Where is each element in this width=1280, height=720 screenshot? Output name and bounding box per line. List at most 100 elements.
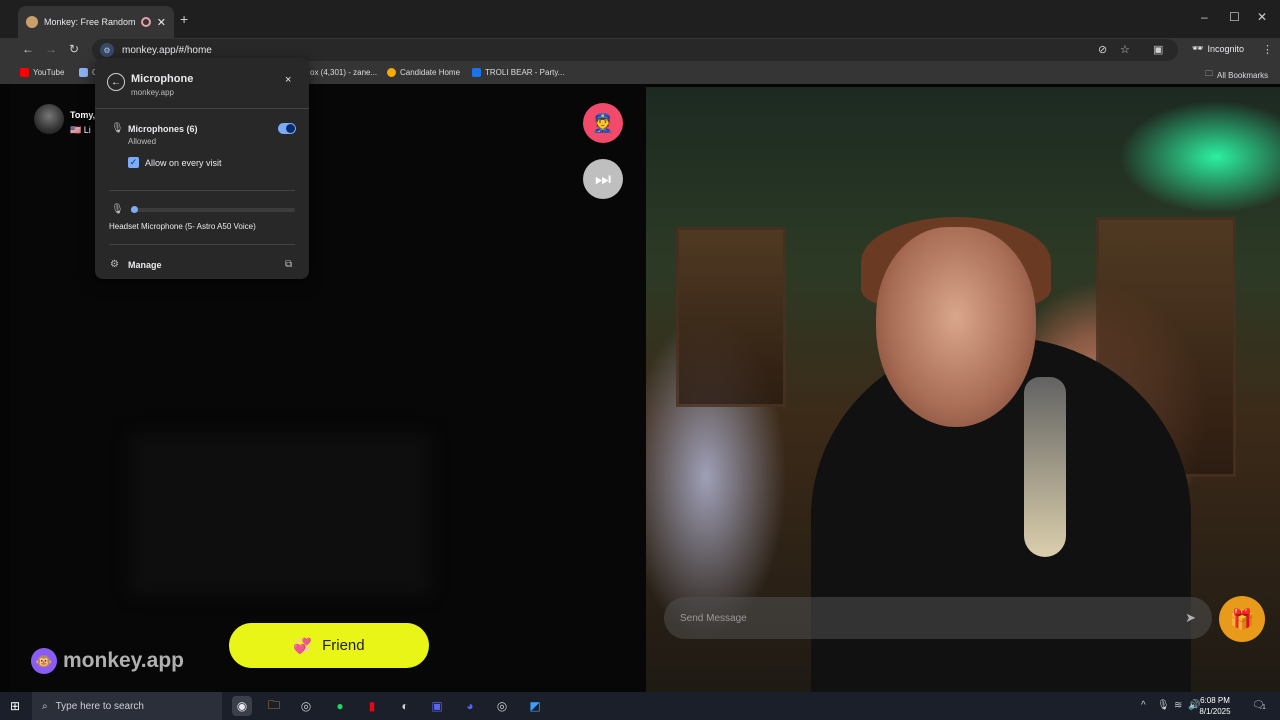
bookmark-icon <box>387 68 396 77</box>
url-text: monkey.app/#/home <box>122 44 212 56</box>
windows-start-icon[interactable]: ⊞ <box>10 699 20 713</box>
minimize-button[interactable]: – <box>1201 10 1208 24</box>
gift-icon: 🎁 <box>1229 608 1255 631</box>
skip-button[interactable]: ⏭ <box>583 159 623 199</box>
incognito-label: Incognito <box>1207 43 1244 54</box>
microphone-toggle[interactable] <box>278 123 296 134</box>
steam-icon[interactable]: ◎ <box>296 696 316 716</box>
back-arrow-icon[interactable]: ← <box>107 73 125 91</box>
microphone-icon: 🎙 <box>111 123 124 134</box>
send-icon[interactable]: ➤ <box>1185 610 1196 626</box>
clock-date: 8/1/2025 <box>1199 707 1231 716</box>
placeholder-shadow <box>130 434 430 594</box>
bookmark-label: ox (4,301) - zane... <box>310 68 378 77</box>
windows-taskbar: ⊞ ⌕ Type here to search ◉ 🗀 ◎ ● ▮ ◐ ▣ ◕ … <box>0 692 1280 720</box>
monkey-logo: 🐵 monkey.app <box>31 648 184 674</box>
user-avatar[interactable] <box>34 104 64 134</box>
divider <box>95 108 309 109</box>
discord-icon[interactable]: ◕ <box>460 696 480 716</box>
monkey-favicon-icon <box>26 16 38 28</box>
tab-monkey[interactable]: Monkey: Free Random Vide ✕ <box>18 6 174 38</box>
cabinet-door <box>676 227 786 407</box>
app-icon[interactable]: ◩ <box>525 696 545 716</box>
message-input[interactable]: Send Message ➤ <box>664 597 1212 639</box>
friend-label: Friend <box>322 637 365 654</box>
popup-title: Microphone <box>131 73 194 85</box>
app-icon[interactable]: ▮ <box>362 696 382 716</box>
close-window-button[interactable]: ✕ <box>1257 10 1267 24</box>
folder-icon: 🗀 <box>1205 69 1213 78</box>
close-tab-icon[interactable]: ✕ <box>157 16 166 29</box>
popup-subtitle: monkey.app <box>131 88 174 97</box>
divider <box>109 190 295 191</box>
taskbar-clock[interactable]: 6:08 PM 8/1/2025 <box>1196 695 1234 717</box>
close-icon[interactable]: × <box>285 74 291 86</box>
allow-every-visit-label[interactable]: Allow on every visit <box>145 158 222 168</box>
heart-icon: 💞 <box>293 637 313 655</box>
chrome-icon[interactable]: ◉ <box>232 696 252 716</box>
microphones-label: Microphones (6) <box>128 124 198 134</box>
microphone-level-icon: 🎙 <box>111 204 124 215</box>
microphone-tray-icon[interactable]: 🎙 <box>1157 700 1170 711</box>
back-arrow-icon[interactable]: ← <box>22 42 34 56</box>
recording-icon <box>140 17 151 27</box>
bookmark-youtube[interactable]: YouTube <box>20 68 64 77</box>
spotify-icon[interactable]: ● <box>330 696 350 716</box>
search-placeholder: Type here to search <box>55 700 144 712</box>
bookmark-troli-bear[interactable]: TROLI BEAR - Party... <box>472 68 564 77</box>
reload-icon[interactable]: ↻ <box>69 42 79 56</box>
user-name: Tomy, <box>70 110 96 120</box>
divider <box>109 244 295 245</box>
file-explorer-icon[interactable]: 🗀 <box>264 696 284 716</box>
message-placeholder: Send Message <box>680 612 747 624</box>
notification-count: 1 <box>1262 704 1266 711</box>
site-settings-icon[interactable]: ⚙ <box>100 43 114 57</box>
bookmark-candidate-home[interactable]: Candidate Home <box>387 68 460 77</box>
search-icon: ⌕ <box>42 700 48 712</box>
clock-time: 6:08 PM <box>1200 696 1230 705</box>
user-location: 🇺🇸 Li <box>70 125 91 135</box>
maximize-button[interactable]: ☐ <box>1229 10 1240 24</box>
new-tab-button[interactable]: + <box>180 11 188 27</box>
external-link-icon[interactable]: ⧉ <box>285 259 292 270</box>
gift-button[interactable]: 🎁 <box>1219 596 1265 642</box>
side-panel-icon[interactable]: ▣ <box>1153 43 1163 56</box>
police-icon: 👮 <box>591 112 615 133</box>
allow-every-visit-checkbox[interactable]: ✓ <box>128 157 139 168</box>
manage-link[interactable]: Manage <box>128 260 162 270</box>
gear-icon: ⚙ <box>110 259 119 270</box>
star-icon[interactable]: ☆ <box>1120 43 1130 56</box>
microphones-status: Allowed <box>128 137 157 146</box>
device-name[interactable]: Headset Microphone (5- Astro A50 Voice) <box>109 222 256 231</box>
friend-button[interactable]: 💞 Friend <box>229 623 429 668</box>
monkey-icon: 🐵 <box>31 648 57 674</box>
report-button[interactable]: 👮 <box>583 103 623 143</box>
tab-strip: Monkey: Free Random Vide ✕ + – ☐ ✕ <box>0 0 1280 38</box>
bookmark-icon <box>472 68 481 77</box>
steam-icon[interactable]: ◎ <box>492 696 512 716</box>
eye-slash-icon[interactable]: ⊘ <box>1098 43 1107 56</box>
input-level-knob <box>131 206 139 213</box>
obs-icon[interactable]: ◐ <box>395 696 415 716</box>
network-icon[interactable]: ≋ <box>1174 700 1182 711</box>
next-track-icon: ⏭ <box>594 168 612 189</box>
logo-text: monkey.app <box>63 649 184 672</box>
microphone-permission-popup: ← Microphone monkey.app × 🎙 Microphones … <box>95 58 309 279</box>
tab-title: Monkey: Free Random Vide <box>44 17 135 27</box>
bookmark-icon <box>79 68 88 77</box>
input-level-meter <box>131 206 295 213</box>
app-icon[interactable]: ▣ <box>427 696 447 716</box>
glowing-bottle <box>1024 377 1066 557</box>
bookmark-inbox[interactable]: ox (4,301) - zane... <box>310 68 377 77</box>
youtube-icon <box>20 68 29 77</box>
forward-arrow-icon[interactable]: → <box>45 42 57 56</box>
incognito-icon: 🕶 <box>1192 43 1204 53</box>
all-bookmarks-label: All Bookmarks <box>1217 70 1269 80</box>
bookmark-label: TROLI BEAR - Party... <box>485 68 565 77</box>
menu-kebab-icon[interactable]: ⋮ <box>1262 43 1273 56</box>
incognito-badge[interactable]: 🕶 Incognito <box>1192 43 1244 54</box>
taskbar-search[interactable]: ⌕ Type here to search <box>32 692 222 720</box>
person-face <box>876 227 1036 427</box>
chevron-up-icon[interactable]: ^ <box>1141 700 1146 711</box>
all-bookmarks[interactable]: 🗀 All Bookmarks <box>1205 68 1268 82</box>
